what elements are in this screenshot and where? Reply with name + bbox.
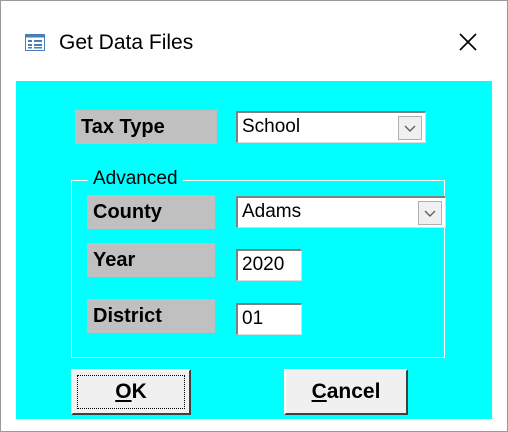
year-field[interactable]: 2020 [236, 249, 302, 281]
ok-label-rest: K [131, 380, 147, 403]
dialog-window: Get Data Files Tax Type School Advanced … [0, 0, 508, 432]
window-title: Get Data Files [59, 31, 194, 54]
district-field[interactable]: 01 [236, 303, 302, 335]
tax-type-value: School [242, 116, 301, 137]
close-icon [458, 32, 478, 57]
chevron-down-icon [404, 114, 416, 142]
county-select[interactable]: Adams [236, 196, 446, 228]
ok-mnemonic: O [115, 380, 132, 403]
dialog-body: Tax Type School Advanced County Adams Ye… [16, 81, 492, 419]
ok-button[interactable]: OK [71, 369, 191, 415]
close-button[interactable] [447, 25, 489, 63]
tax-type-select[interactable]: School [236, 111, 426, 143]
chevron-down-icon [424, 199, 436, 227]
cancel-button-label: Cancel [312, 380, 381, 404]
year-value: 2020 [242, 254, 285, 275]
cancel-button[interactable]: Cancel [284, 369, 408, 415]
form-icon [25, 34, 45, 51]
year-label: Year [87, 243, 215, 277]
county-dropdown-button[interactable] [418, 201, 442, 225]
title-bar[interactable]: Get Data Files [1, 1, 507, 81]
ok-button-label: OK [115, 380, 147, 404]
district-label: District [87, 299, 215, 333]
advanced-legend: Advanced [88, 167, 183, 191]
county-label: County [87, 195, 215, 229]
county-value: Adams [242, 201, 302, 222]
cancel-mnemonic: C [311, 380, 327, 403]
district-value: 01 [242, 308, 264, 329]
tax-type-dropdown-button[interactable] [398, 116, 422, 140]
cancel-label-rest: ancel [326, 380, 381, 403]
tax-type-label: Tax Type [75, 110, 217, 144]
